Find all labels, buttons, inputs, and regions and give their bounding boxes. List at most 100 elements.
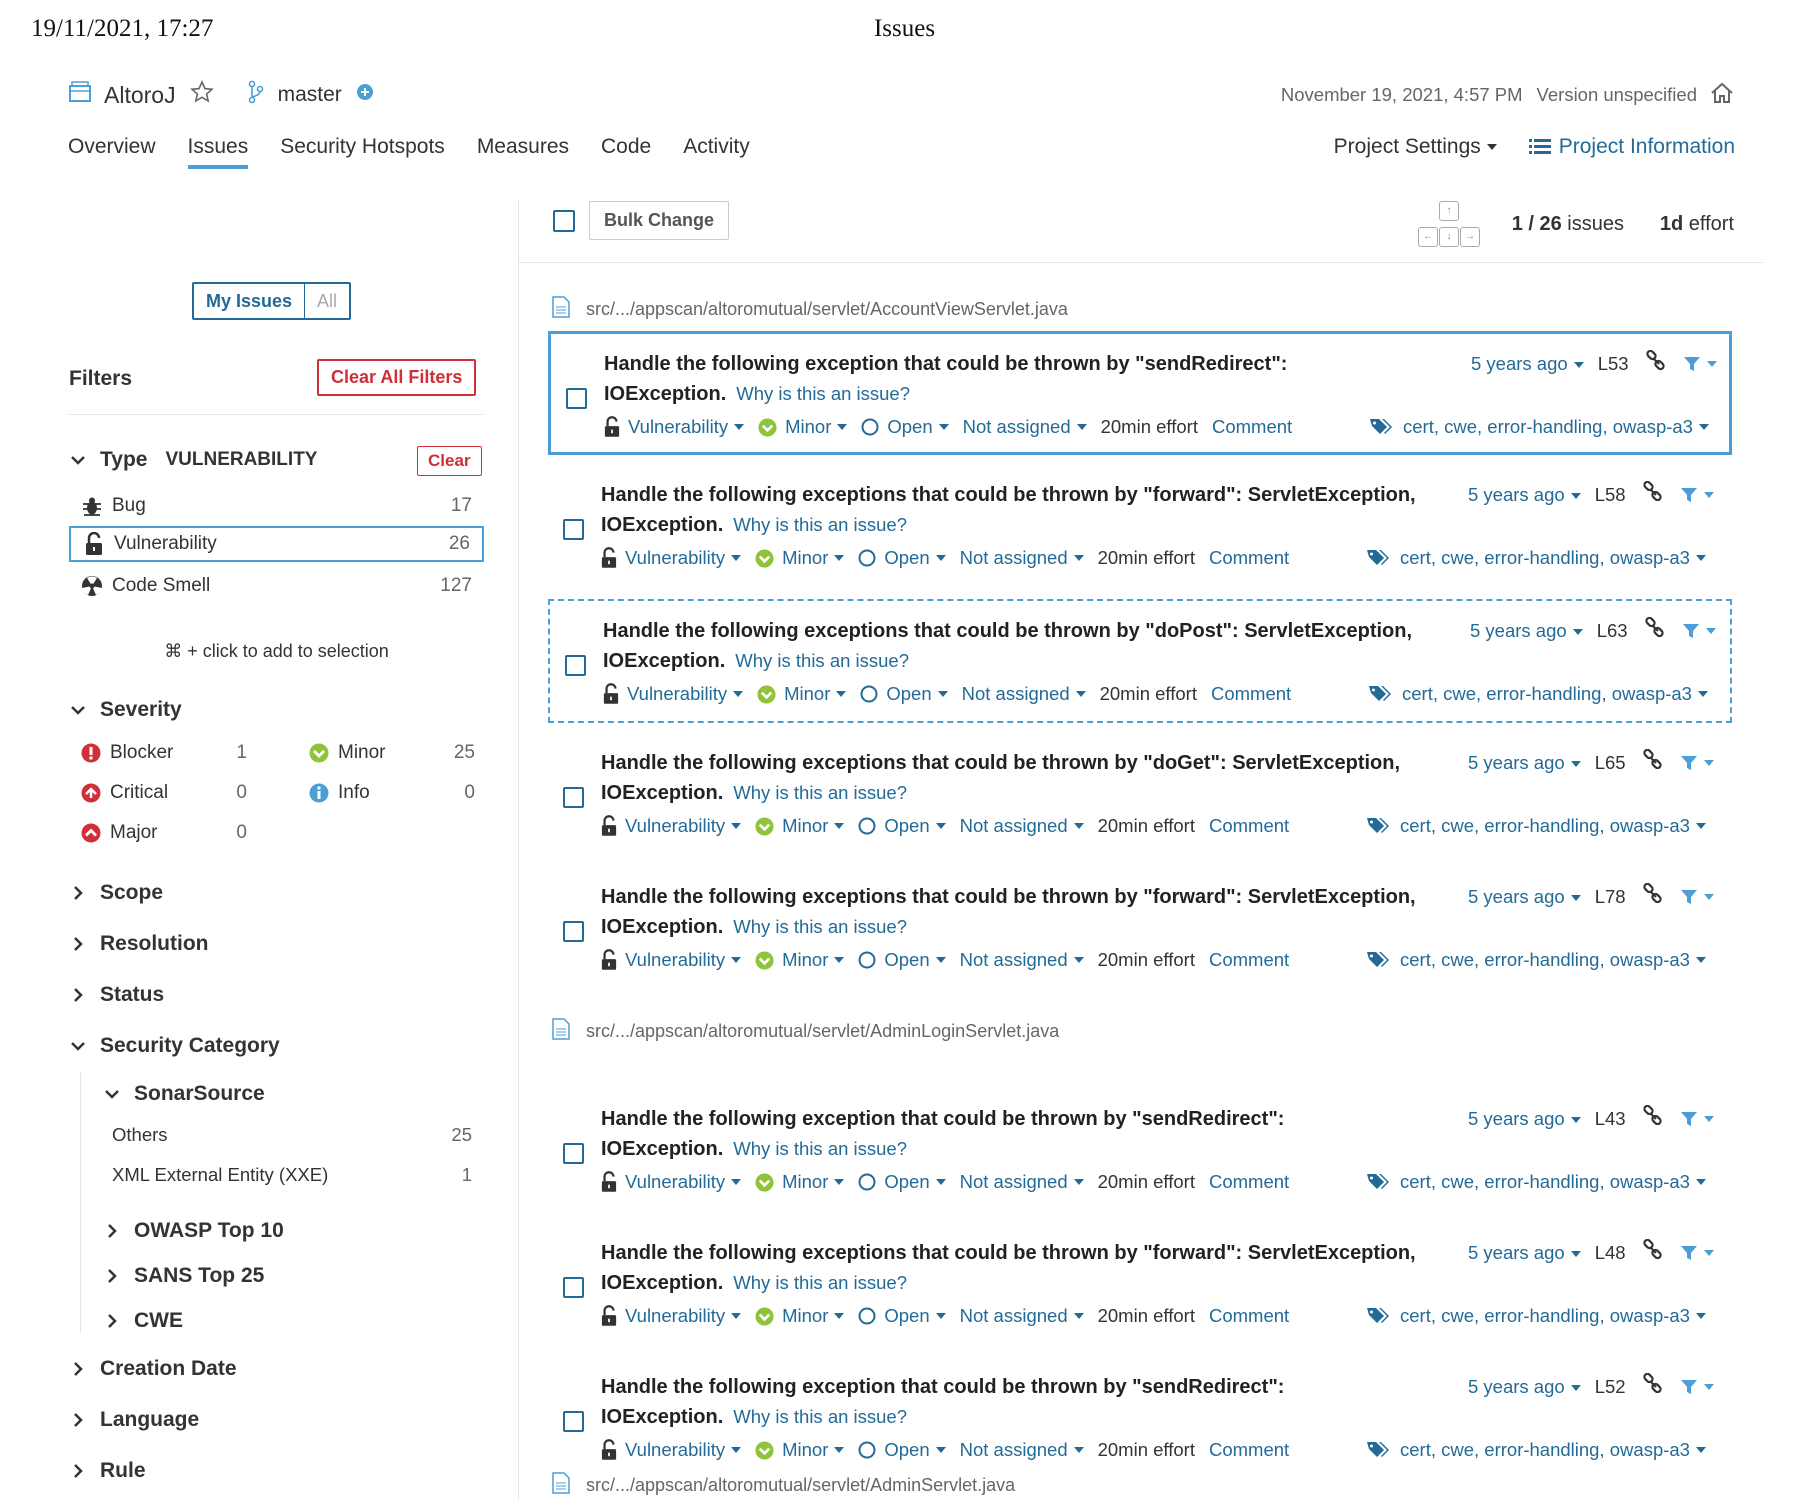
issue-message[interactable]: Handle the following exceptions that cou… xyxy=(601,749,1461,808)
permalink-icon[interactable] xyxy=(1642,1104,1664,1132)
issue-card[interactable]: Handle the following exceptions that cou… xyxy=(548,1223,1732,1347)
issue-checkbox[interactable] xyxy=(563,1143,584,1164)
comment-link[interactable]: Comment xyxy=(1209,1439,1289,1461)
facet-resolution-header[interactable]: Resolution xyxy=(70,932,209,956)
issue-status-dropdown[interactable]: Open xyxy=(860,683,948,705)
issue-assignee-dropdown[interactable]: Not assigned xyxy=(962,683,1086,705)
issue-severity-dropdown[interactable]: Minor xyxy=(755,815,845,837)
issue-assignee-dropdown[interactable]: Not assigned xyxy=(960,1171,1084,1193)
issue-card[interactable]: Handle the following exceptions that cou… xyxy=(548,599,1732,723)
issue-assignee-dropdown[interactable]: Not assigned xyxy=(960,1439,1084,1461)
security-item-xxe[interactable]: XML External Entity (XXE) 1 xyxy=(112,1164,484,1186)
project-settings-menu[interactable]: Project Settings xyxy=(1334,135,1497,159)
issue-tags-dropdown[interactable]: cert, cwe, error-handling, owasp-a3 xyxy=(1366,1305,1706,1327)
issue-tags-dropdown[interactable]: cert, cwe, error-handling, owasp-a3 xyxy=(1366,949,1706,971)
tab-measures[interactable]: Measures xyxy=(477,135,569,169)
project-name[interactable]: AltoroJ xyxy=(104,82,176,109)
filter-similar-icon[interactable] xyxy=(1680,1244,1714,1262)
why-is-this-an-issue-link[interactable]: Why is this an issue? xyxy=(733,514,907,535)
permalink-icon[interactable] xyxy=(1644,616,1666,644)
issue-card[interactable]: Handle the following exception that coul… xyxy=(548,1089,1732,1213)
issue-type-dropdown[interactable]: Vulnerability xyxy=(601,949,742,971)
why-is-this-an-issue-link[interactable]: Why is this an issue? xyxy=(733,1272,907,1293)
bulk-change-button[interactable]: Bulk Change xyxy=(589,201,730,240)
facet-creation-date-header[interactable]: Creation Date xyxy=(70,1357,237,1381)
severity-major[interactable]: Major 0 xyxy=(69,818,247,848)
why-is-this-an-issue-link[interactable]: Why is this an issue? xyxy=(736,383,910,404)
issue-type-dropdown[interactable]: Vulnerability xyxy=(603,683,744,705)
sonarsource-header[interactable]: SonarSource xyxy=(104,1082,265,1106)
severity-critical[interactable]: Critical 0 xyxy=(69,778,247,808)
issue-assignee-dropdown[interactable]: Not assigned xyxy=(960,1305,1084,1327)
facet-language-header[interactable]: Language xyxy=(70,1408,199,1432)
issue-age-dropdown[interactable]: 5 years ago xyxy=(1468,1108,1581,1130)
facet-item-bug[interactable]: Bug 17 xyxy=(69,488,484,524)
facet-item-vulnerability[interactable]: Vulnerability 26 xyxy=(69,526,484,562)
issue-status-dropdown[interactable]: Open xyxy=(858,949,946,971)
issue-message[interactable]: Handle the following exceptions that cou… xyxy=(601,1239,1461,1298)
issue-assignee-dropdown[interactable]: Not assigned xyxy=(960,949,1084,971)
issue-status-dropdown[interactable]: Open xyxy=(858,1171,946,1193)
issue-status-dropdown[interactable]: Open xyxy=(861,416,949,438)
permalink-icon[interactable] xyxy=(1642,1372,1664,1400)
issue-status-dropdown[interactable]: Open xyxy=(858,815,946,837)
permalink-icon[interactable] xyxy=(1642,480,1664,508)
issue-status-dropdown[interactable]: Open xyxy=(858,1305,946,1327)
issue-tags-dropdown[interactable]: cert, cwe, error-handling, owasp-a3 xyxy=(1366,815,1706,837)
issue-age-dropdown[interactable]: 5 years ago xyxy=(1468,1376,1581,1398)
comment-link[interactable]: Comment xyxy=(1209,815,1289,837)
branch-name[interactable]: master xyxy=(278,83,342,107)
issue-card[interactable]: Handle the following exception that coul… xyxy=(548,331,1732,455)
issue-assignee-dropdown[interactable]: Not assigned xyxy=(960,547,1084,569)
select-all-checkbox[interactable] xyxy=(553,210,575,232)
severity-minor[interactable]: Minor 25 xyxy=(297,738,475,768)
facet-status-header[interactable]: Status xyxy=(70,983,164,1007)
issue-status-dropdown[interactable]: Open xyxy=(858,547,946,569)
issue-card[interactable]: Handle the following exceptions that cou… xyxy=(548,867,1732,991)
issue-tags-dropdown[interactable]: cert, cwe, error-handling, owasp-a3 xyxy=(1366,1171,1706,1193)
issue-card[interactable]: Handle the following exception that coul… xyxy=(548,1357,1732,1481)
favorite-star-icon[interactable] xyxy=(189,80,214,110)
comment-link[interactable]: Comment xyxy=(1209,1305,1289,1327)
tab-issues[interactable]: Issues xyxy=(187,135,248,169)
comment-link[interactable]: Comment xyxy=(1212,416,1292,438)
permalink-icon[interactable] xyxy=(1642,1238,1664,1266)
why-is-this-an-issue-link[interactable]: Why is this an issue? xyxy=(733,782,907,803)
project-information-link[interactable]: Project Information xyxy=(1528,135,1735,159)
issue-message[interactable]: Handle the following exception that coul… xyxy=(601,1373,1461,1432)
severity-info[interactable]: Info 0 xyxy=(297,778,475,808)
tab-overview[interactable]: Overview xyxy=(68,135,156,169)
facet-rule-header[interactable]: Rule xyxy=(70,1459,146,1483)
issue-severity-dropdown[interactable]: Minor xyxy=(755,1171,845,1193)
comment-link[interactable]: Comment xyxy=(1209,949,1289,971)
issue-checkbox[interactable] xyxy=(563,787,584,808)
add-branch-icon[interactable] xyxy=(356,83,374,107)
issue-age-dropdown[interactable]: 5 years ago xyxy=(1468,886,1581,908)
permalink-icon[interactable] xyxy=(1645,349,1667,377)
why-is-this-an-issue-link[interactable]: Why is this an issue? xyxy=(735,650,909,671)
filter-similar-icon[interactable] xyxy=(1680,888,1714,906)
issue-type-dropdown[interactable]: Vulnerability xyxy=(601,1439,742,1461)
facet-security-category-header[interactable]: Security Category xyxy=(70,1034,280,1058)
why-is-this-an-issue-link[interactable]: Why is this an issue? xyxy=(733,1138,907,1159)
filter-similar-icon[interactable] xyxy=(1680,754,1714,772)
issue-tags-dropdown[interactable]: cert, cwe, error-handling, owasp-a3 xyxy=(1368,683,1708,705)
issue-tags-dropdown[interactable]: cert, cwe, error-handling, owasp-a3 xyxy=(1369,416,1709,438)
clear-all-filters-button[interactable]: Clear All Filters xyxy=(317,359,477,396)
cwe-header[interactable]: CWE xyxy=(104,1309,183,1333)
comment-link[interactable]: Comment xyxy=(1209,547,1289,569)
issue-message[interactable]: Handle the following exceptions that cou… xyxy=(601,883,1461,942)
issue-message[interactable]: Handle the following exception that coul… xyxy=(601,1105,1461,1164)
sans-top25-header[interactable]: SANS Top 25 xyxy=(104,1264,264,1288)
issue-severity-dropdown[interactable]: Minor xyxy=(755,1439,845,1461)
issue-severity-dropdown[interactable]: Minor xyxy=(755,547,845,569)
issue-type-dropdown[interactable]: Vulnerability xyxy=(604,416,745,438)
tab-activity[interactable]: Activity xyxy=(683,135,750,169)
issue-assignee-dropdown[interactable]: Not assigned xyxy=(960,815,1084,837)
issue-message[interactable]: Handle the following exception that coul… xyxy=(604,350,1464,409)
issue-tags-dropdown[interactable]: cert, cwe, error-handling, owasp-a3 xyxy=(1366,547,1706,569)
owasp-top10-header[interactable]: OWASP Top 10 xyxy=(104,1219,284,1243)
issue-message[interactable]: Handle the following exceptions that cou… xyxy=(603,617,1463,676)
severity-blocker[interactable]: Blocker 1 xyxy=(69,738,247,768)
why-is-this-an-issue-link[interactable]: Why is this an issue? xyxy=(733,1406,907,1427)
